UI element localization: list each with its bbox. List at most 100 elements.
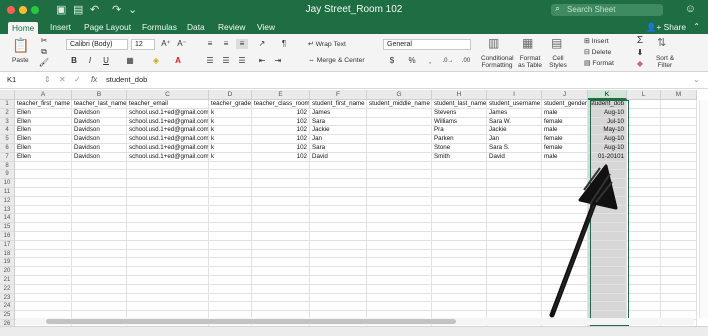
row-header-1[interactable]: 1 (0, 100, 15, 109)
cell-e14[interactable] (252, 214, 310, 224)
tab-formulas[interactable]: Formulas (138, 21, 181, 33)
cell-d12[interactable] (209, 196, 252, 206)
cell-c4[interactable]: school.usd.1+ed@gmail.com (127, 126, 209, 136)
cell-a24[interactable] (15, 302, 72, 312)
cell-i17[interactable] (487, 240, 542, 250)
cell-e20[interactable] (252, 267, 310, 276)
cell-g6[interactable] (367, 144, 432, 153)
cell-a6[interactable]: Ellen (15, 144, 72, 153)
cell-m16[interactable] (661, 232, 697, 241)
cell-e6[interactable]: 102 (252, 144, 310, 153)
cell-e13[interactable] (252, 205, 310, 215)
cell-l18[interactable] (627, 249, 661, 259)
cell-c9[interactable] (127, 170, 209, 180)
decrease-font-icon[interactable]: A⁻ (176, 39, 188, 49)
cell-i2[interactable]: James (487, 108, 542, 118)
column-header-g[interactable]: G (367, 90, 432, 100)
row-header-20[interactable]: 20 (0, 267, 15, 276)
cell-g4[interactable] (367, 126, 432, 136)
cell-m18[interactable] (661, 249, 697, 259)
column-header-b[interactable]: B (72, 90, 127, 100)
cell-i19[interactable] (487, 258, 542, 268)
increase-decimal-icon[interactable]: .0→ (442, 56, 454, 66)
cell-c14[interactable] (127, 214, 209, 224)
cell-c17[interactable] (127, 240, 209, 250)
cell-d18[interactable] (209, 249, 252, 259)
cell-b6[interactable]: Davidson (72, 144, 127, 153)
cell-a16[interactable] (15, 232, 72, 241)
cell-a12[interactable] (15, 196, 72, 206)
cell-c22[interactable] (127, 284, 209, 294)
cell-e7[interactable]: 102 (252, 152, 310, 162)
cell-c8[interactable] (127, 161, 209, 171)
cell-b22[interactable] (72, 284, 127, 294)
cell-m22[interactable] (661, 284, 697, 294)
cell-l23[interactable] (627, 293, 661, 303)
merge-center-button[interactable]: ⇔ Merge & Center (308, 57, 365, 64)
cell-d8[interactable] (209, 161, 252, 171)
cell-f11[interactable] (310, 188, 367, 197)
cell-m10[interactable] (661, 179, 697, 188)
cell-e19[interactable] (252, 258, 310, 268)
cell-m24[interactable] (661, 302, 697, 312)
align-center-icon[interactable]: ☰ (220, 56, 232, 66)
cell-f3[interactable]: Sara (310, 117, 367, 127)
cell-a19[interactable] (15, 258, 72, 268)
row-header-22[interactable]: 22 (0, 284, 15, 294)
increase-font-icon[interactable]: A⁺ (160, 39, 172, 49)
column-header-m[interactable]: M (661, 90, 697, 100)
cell-b20[interactable] (72, 267, 127, 276)
cancel-entry-icon[interactable]: ✕ (59, 74, 66, 85)
row-header-12[interactable]: 12 (0, 196, 15, 206)
cell-a3[interactable]: Ellen (15, 117, 72, 127)
cell-f15[interactable] (310, 223, 367, 232)
cell-e12[interactable] (252, 196, 310, 206)
cell-d2[interactable]: k (209, 108, 252, 118)
cell-g2[interactable] (367, 108, 432, 118)
collapse-ribbon-icon[interactable]: ⌃ (693, 21, 700, 33)
cell-b2[interactable]: Davidson (72, 108, 127, 118)
cell-m7[interactable] (661, 152, 697, 162)
cell-g16[interactable] (367, 232, 432, 241)
cell-i10[interactable] (487, 179, 542, 188)
tab-page-layout[interactable]: Page Layout (80, 21, 135, 33)
underline-button[interactable]: U (100, 56, 112, 66)
cell-f20[interactable] (310, 267, 367, 276)
cell-f22[interactable] (310, 284, 367, 294)
cell-f14[interactable] (310, 214, 367, 224)
cell-a18[interactable] (15, 249, 72, 259)
cell-f16[interactable] (310, 232, 367, 241)
tab-review[interactable]: Review (214, 21, 249, 33)
cell-e17[interactable] (252, 240, 310, 250)
cell-j6[interactable]: female (542, 144, 588, 153)
cell-l1[interactable] (627, 100, 661, 109)
cell-c1[interactable]: teacher_email (127, 100, 209, 109)
cell-i15[interactable] (487, 223, 542, 232)
cell-m17[interactable] (661, 240, 697, 250)
cell-h5[interactable]: Parken (432, 135, 487, 144)
cell-l14[interactable] (627, 214, 661, 224)
cell-e10[interactable] (252, 179, 310, 188)
cell-f1[interactable]: student_first_name (310, 100, 367, 109)
decrease-indent-icon[interactable]: ⇤ (256, 56, 268, 66)
cell-e3[interactable]: 102 (252, 117, 310, 127)
clear-icon[interactable]: ◆ (634, 59, 646, 69)
cell-f21[interactable] (310, 276, 367, 285)
column-header-k[interactable]: K (588, 90, 627, 100)
cell-l20[interactable] (627, 267, 661, 276)
cell-l15[interactable] (627, 223, 661, 232)
row-header-15[interactable]: 15 (0, 223, 15, 232)
cell-h16[interactable] (432, 232, 487, 241)
cell-i22[interactable] (487, 284, 542, 294)
cell-d14[interactable] (209, 214, 252, 224)
cell-d21[interactable] (209, 276, 252, 285)
cell-a7[interactable]: Ellen (15, 152, 72, 162)
cell-b4[interactable]: Davidson (72, 126, 127, 136)
row-header-2[interactable]: 2 (0, 108, 15, 118)
row-header-9[interactable]: 9 (0, 170, 15, 180)
cell-b23[interactable] (72, 293, 127, 303)
cell-a17[interactable] (15, 240, 72, 250)
row-header-21[interactable]: 21 (0, 276, 15, 285)
cell-h17[interactable] (432, 240, 487, 250)
cell-f7[interactable]: David (310, 152, 367, 162)
